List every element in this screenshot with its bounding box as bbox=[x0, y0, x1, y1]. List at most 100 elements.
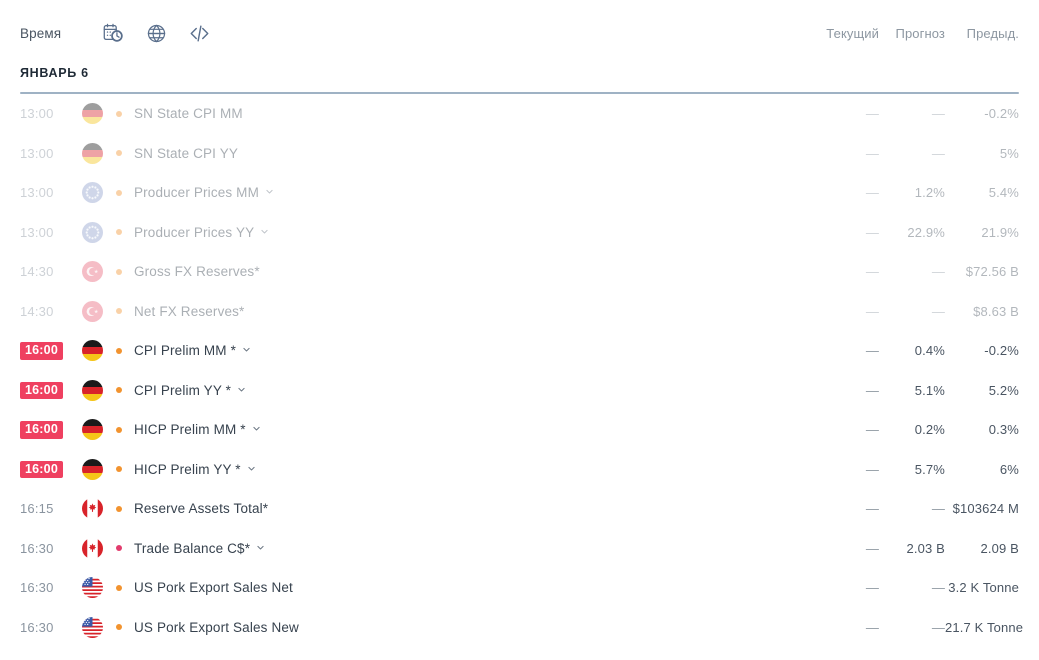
code-embed-icon[interactable] bbox=[186, 20, 212, 46]
importance-cell bbox=[116, 110, 134, 117]
event-forecast-value: — bbox=[931, 264, 945, 280]
table-row[interactable]: 16:00 HICP Prelim MM * — 0.2% 0.3% bbox=[20, 410, 1019, 450]
flag-germany-icon bbox=[82, 340, 103, 362]
country-flag-cell bbox=[82, 616, 116, 638]
event-name-cell[interactable]: SN State CPI YY bbox=[134, 146, 805, 161]
event-name-cell[interactable]: SN State CPI MM bbox=[134, 106, 805, 121]
event-actual-value: — bbox=[865, 540, 879, 556]
table-row[interactable]: 13:00 Producer Prices MM — 1.2% 5.4% bbox=[20, 173, 1019, 213]
table-row[interactable]: 13:00 SN State CPI YY — — 5% bbox=[20, 134, 1019, 174]
table-row[interactable]: 14:30 Gross FX Reserves* — — $72.56 B bbox=[20, 252, 1019, 292]
column-header-previous[interactable]: Предыд. bbox=[945, 26, 1019, 41]
table-row[interactable]: 16:00 CPI Prelim MM * — 0.4% -0.2% bbox=[20, 331, 1019, 371]
event-forecast-value: 5.7% bbox=[914, 461, 945, 477]
table-row[interactable]: 16:15 Reserve Assets Total* — — $103624 M bbox=[20, 489, 1019, 529]
table-row[interactable]: 16:30 US Pork Export Sales New — —21.7 K To… bbox=[20, 608, 1023, 648]
event-name-cell[interactable]: CPI Prelim MM * bbox=[134, 343, 805, 358]
event-name-cell[interactable]: US Pork Export Sales Net bbox=[134, 580, 805, 595]
table-row[interactable]: 16:00 CPI Prelim YY * — 5.1% 5.2% bbox=[20, 371, 1019, 411]
event-forecast-value: 5.1% bbox=[914, 382, 945, 398]
event-name[interactable]: Producer Prices MM bbox=[134, 185, 259, 200]
event-name[interactable]: HICP Prelim YY * bbox=[134, 462, 241, 477]
chevron-down-icon[interactable] bbox=[252, 424, 261, 433]
column-header-actual[interactable]: Текущий bbox=[805, 26, 879, 41]
event-name[interactable]: Net FX Reserves* bbox=[134, 304, 244, 319]
table-row[interactable]: 14:30 Net FX Reserves* — — $8.63 B bbox=[20, 292, 1019, 332]
event-name-cell[interactable]: Producer Prices MM bbox=[134, 185, 805, 200]
event-forecast-value: — bbox=[931, 145, 945, 161]
date-group-header: ЯНВАРЬ 6 bbox=[0, 66, 1039, 94]
event-time: 16:30 bbox=[20, 619, 54, 635]
event-name[interactable]: CPI Prelim YY * bbox=[134, 383, 231, 398]
event-name-cell[interactable]: HICP Prelim MM * bbox=[134, 422, 805, 437]
event-previous-value: 5.2% bbox=[988, 382, 1019, 398]
flag-canada-icon bbox=[82, 537, 103, 559]
importance-cell bbox=[116, 347, 134, 354]
event-name[interactable]: CPI Prelim MM * bbox=[134, 343, 236, 358]
event-name-cell[interactable]: Gross FX Reserves* bbox=[134, 264, 805, 279]
country-flag-cell bbox=[82, 498, 116, 520]
table-row[interactable]: 16:00 HICP Prelim YY * — 5.7% 6% bbox=[20, 450, 1019, 490]
event-time: 14:30 bbox=[20, 303, 54, 319]
event-name-cell[interactable]: Trade Balance C$* bbox=[134, 541, 805, 556]
chevron-down-icon[interactable] bbox=[242, 345, 251, 354]
event-name[interactable]: SN State CPI MM bbox=[134, 106, 243, 121]
flag-turkey-icon bbox=[82, 261, 103, 283]
event-actual-value: — bbox=[865, 580, 879, 596]
chevron-down-icon[interactable] bbox=[237, 385, 246, 394]
table-row[interactable]: 13:00 Producer Prices YY — 22.9% 21.9% bbox=[20, 213, 1019, 253]
flag-germany-icon bbox=[82, 419, 103, 441]
importance-cell bbox=[116, 268, 134, 275]
table-row[interactable]: 13:00 SN State CPI MM — — -0.2% bbox=[20, 94, 1019, 134]
event-name[interactable]: US Pork Export Sales New bbox=[134, 620, 299, 635]
economic-calendar: Время Текущий Прогноз Предыд. ЯНВАРЬ 6 1… bbox=[0, 0, 1039, 660]
flag-usa-icon bbox=[82, 577, 103, 599]
event-name[interactable]: Reserve Assets Total* bbox=[134, 501, 268, 516]
chevron-down-icon[interactable] bbox=[265, 187, 274, 196]
event-name[interactable]: Producer Prices YY bbox=[134, 225, 254, 240]
globe-icon[interactable] bbox=[143, 20, 169, 46]
calendar-clock-icon[interactable] bbox=[100, 20, 126, 46]
event-previous-value: 5.4% bbox=[988, 185, 1019, 201]
event-forecast-value: 0.4% bbox=[914, 343, 945, 359]
event-time-badge: 16:00 bbox=[20, 460, 63, 478]
event-previous-value: $103624 M bbox=[952, 501, 1019, 517]
chevron-down-icon[interactable] bbox=[247, 464, 256, 473]
country-flag-cell bbox=[82, 142, 116, 164]
event-forecast-value: — bbox=[931, 501, 945, 517]
event-forecast-value: — bbox=[931, 106, 945, 122]
table-row[interactable]: 16:30 US Pork Export Sales Net — —3.2 K Ton… bbox=[20, 568, 1019, 608]
event-name-cell[interactable]: HICP Prelim YY * bbox=[134, 462, 805, 477]
event-time: 13:00 bbox=[20, 224, 54, 240]
table-row[interactable]: 16:30 Trade Balance C$* — 2.03 B 2.09 B bbox=[20, 529, 1019, 569]
event-previous-value: 21.9% bbox=[981, 224, 1019, 240]
chevron-down-icon[interactable] bbox=[256, 543, 265, 552]
importance-cell bbox=[116, 624, 134, 631]
event-actual-value: — bbox=[865, 461, 879, 477]
event-time-badge: 16:00 bbox=[20, 421, 63, 439]
importance-medium-icon bbox=[116, 505, 122, 512]
event-name[interactable]: HICP Prelim MM * bbox=[134, 422, 246, 437]
chevron-down-icon[interactable] bbox=[260, 227, 269, 236]
flag-eu-icon bbox=[82, 221, 103, 243]
event-name[interactable]: Trade Balance C$* bbox=[134, 541, 250, 556]
event-name-cell[interactable]: Net FX Reserves* bbox=[134, 304, 805, 319]
event-name[interactable]: SN State CPI YY bbox=[134, 146, 238, 161]
event-name-cell[interactable]: Reserve Assets Total* bbox=[134, 501, 805, 516]
event-forecast-value: 2.03 B bbox=[906, 540, 945, 556]
importance-cell bbox=[116, 387, 134, 394]
event-name[interactable]: US Pork Export Sales Net bbox=[134, 580, 293, 595]
country-flag-cell bbox=[82, 577, 116, 599]
event-name-cell[interactable]: CPI Prelim YY * bbox=[134, 383, 805, 398]
importance-medium-icon bbox=[116, 308, 122, 315]
event-name[interactable]: Gross FX Reserves* bbox=[134, 264, 260, 279]
event-time-badge: 16:00 bbox=[20, 342, 63, 360]
event-previous-value: 0.3% bbox=[988, 422, 1019, 438]
event-actual-value: — bbox=[865, 422, 879, 438]
importance-medium-icon bbox=[116, 387, 122, 394]
event-name-cell[interactable]: US Pork Export Sales New bbox=[134, 620, 805, 635]
importance-medium-icon bbox=[116, 110, 122, 117]
country-flag-cell bbox=[82, 300, 116, 322]
column-header-forecast[interactable]: Прогноз bbox=[879, 26, 945, 41]
event-name-cell[interactable]: Producer Prices YY bbox=[134, 225, 805, 240]
